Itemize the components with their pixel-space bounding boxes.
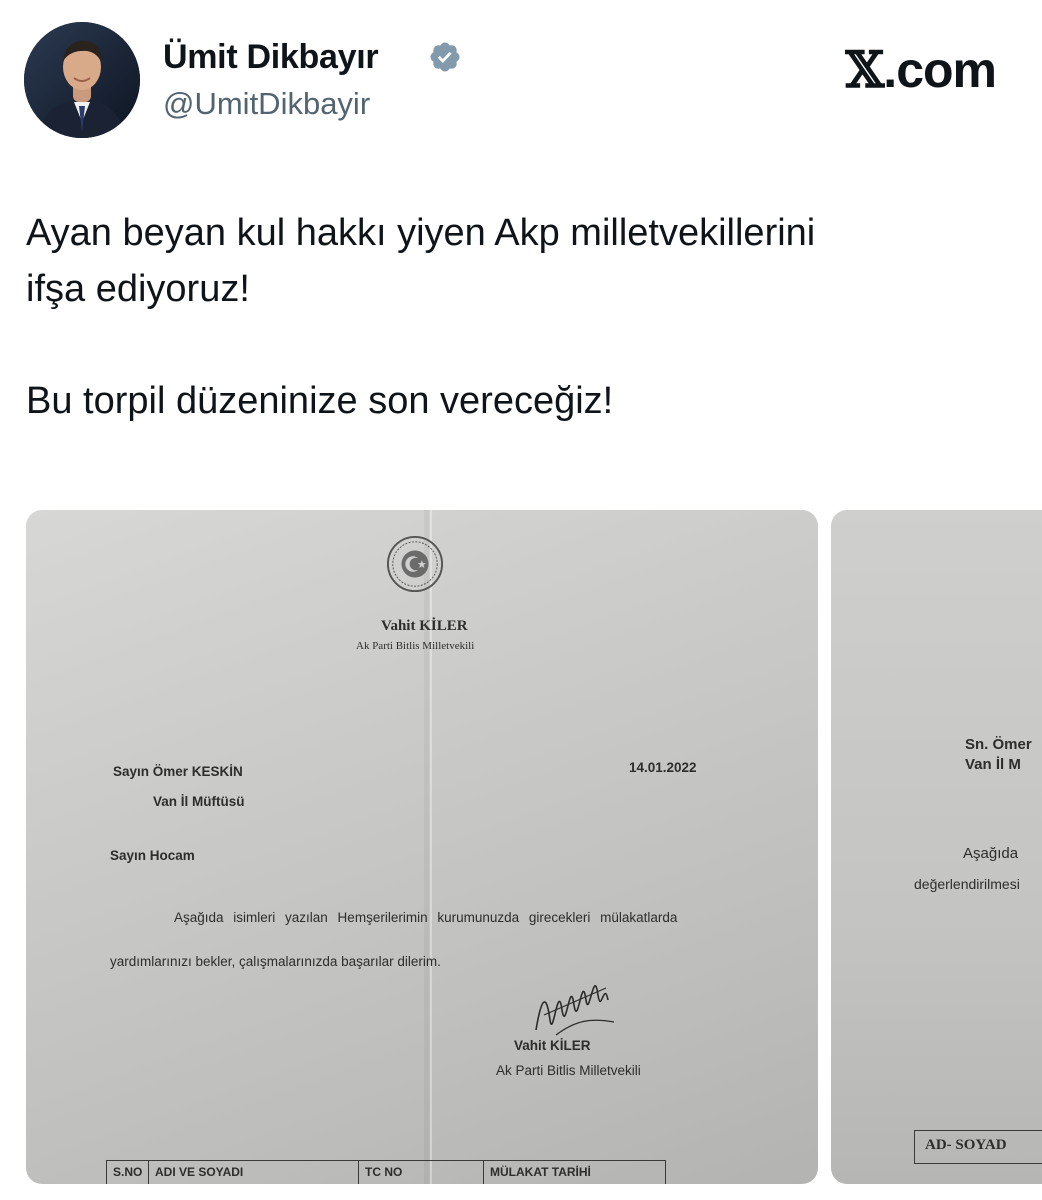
- table-header-cell: MÜLAKAT TARİHİ: [490, 1165, 591, 1179]
- doc2-table-header: AD- SOYAD: [914, 1130, 1042, 1164]
- document-photo-1[interactable]: Vahit KİLER Ak Parti Bitlis Milletvekili…: [26, 510, 818, 1184]
- doc-table-header: S.NO ADI VE SOYADI TC NO MÜLAKAT TARİHİ: [106, 1160, 666, 1184]
- doc2-recipient: Sn. Ömer: [965, 736, 1032, 753]
- tweet-text: Ayan beyan kul hakkı yiyen Akp milletvek…: [26, 212, 816, 422]
- document-photo-2[interactable]: Sn. Ömer Van İl M Aşağıda değerlendirilm…: [831, 510, 1042, 1184]
- doc-recipient: Sayın Ömer KESKİN: [113, 764, 243, 779]
- signature-name: Vahit KİLER: [514, 1038, 591, 1053]
- doc-body-line-1: Aşağıda isimleri yazılan Hemşerilerimin …: [174, 910, 678, 925]
- doc-body-line-2: yardımlarınızı bekler, çalışmalarınızda …: [110, 954, 441, 969]
- signature-scribble-icon: [535, 985, 615, 1036]
- doc-date: 14.01.2022: [629, 760, 697, 775]
- doc2-recipient-title: Van İl M: [965, 756, 1021, 773]
- tbmm-seal-icon: [386, 535, 444, 593]
- doc-recipient-title: Van İl Müftüsü: [153, 794, 245, 809]
- doc2-body-line-2: değerlendirilmesi: [914, 876, 1020, 892]
- author-avatar[interactable]: [24, 22, 140, 138]
- tweet-media: Vahit KİLER Ak Parti Bitlis Milletvekili…: [26, 510, 1042, 1200]
- letterhead-name: Vahit KİLER: [381, 618, 468, 634]
- x-com-logo: 𝕏.com: [845, 40, 997, 99]
- tweet-header: Ümit Dikbayır @UmitDikbayir 𝕏.com: [0, 0, 1042, 160]
- doc-salutation: Sayın Hocam: [110, 848, 195, 863]
- verified-badge-icon: [430, 42, 460, 72]
- author-display-name[interactable]: Ümit Dikbayır: [163, 38, 379, 77]
- table-header-cell: TC NO: [359, 1161, 484, 1184]
- author-handle[interactable]: @UmitDikbayir: [163, 86, 370, 122]
- letterhead-title: Ak Parti Bitlis Milletvekili: [356, 640, 475, 652]
- table-header-cell: S.NO: [107, 1161, 149, 1184]
- table-header-cell: ADI VE SOYADI: [149, 1161, 359, 1184]
- doc2-body-line-1: Aşağıda: [963, 845, 1019, 862]
- signature-title: Ak Parti Bitlis Milletvekili: [496, 1063, 641, 1078]
